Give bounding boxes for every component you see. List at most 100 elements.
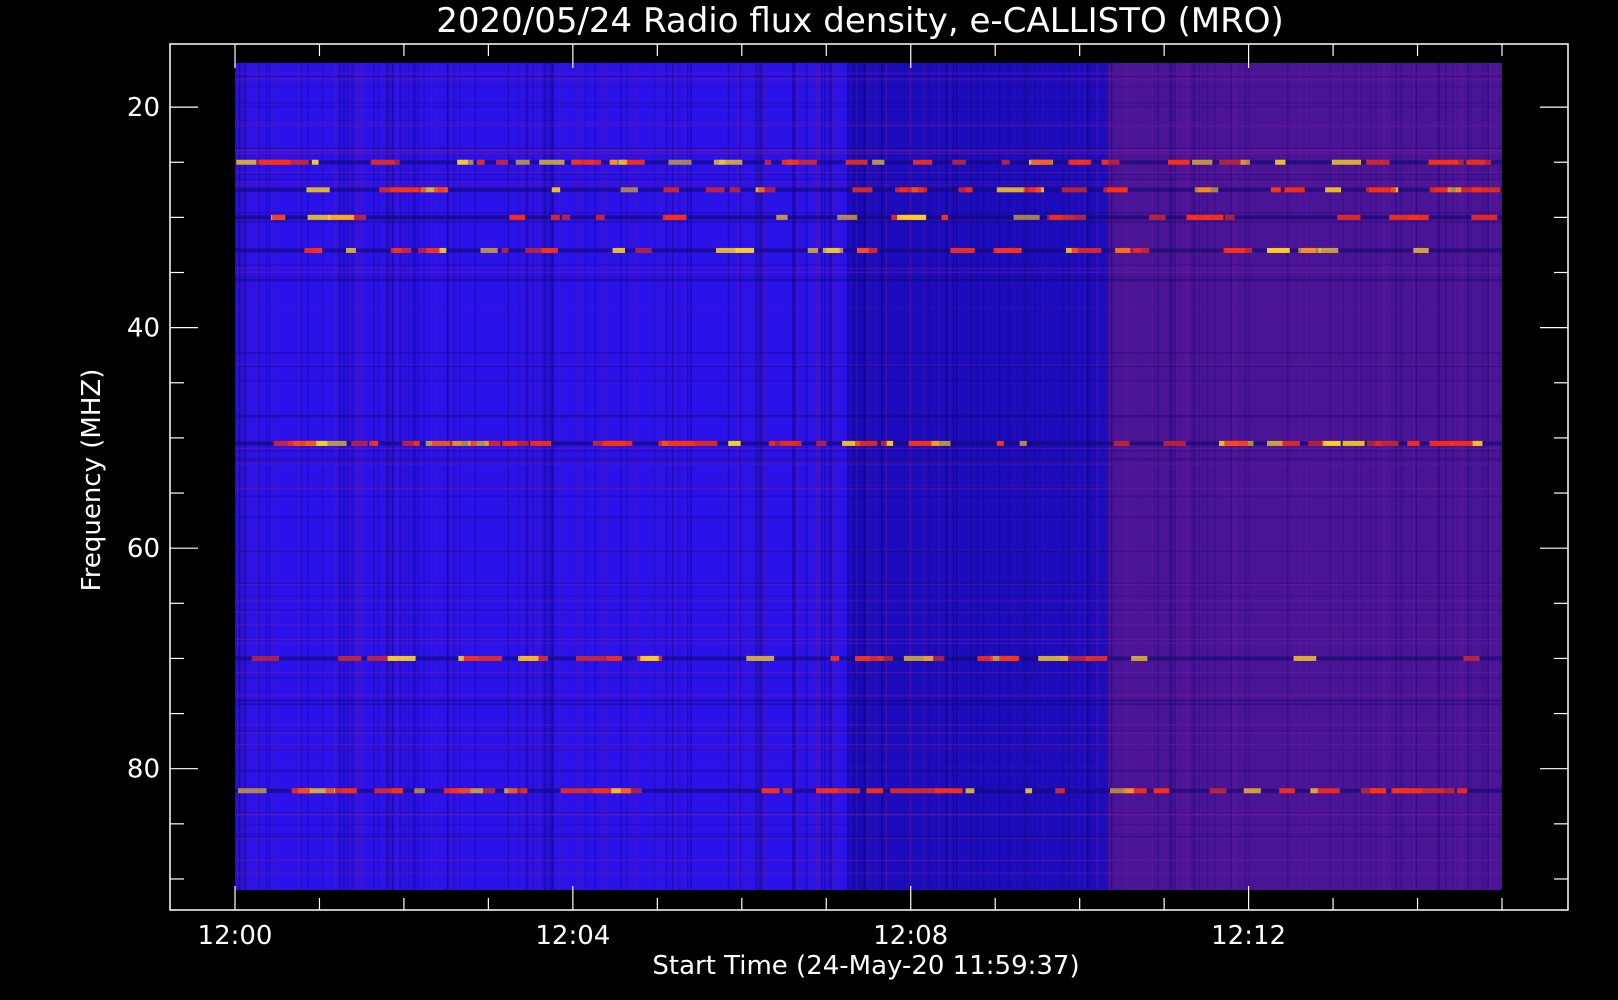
texture-band bbox=[235, 859, 1502, 861]
band-mark bbox=[1275, 159, 1286, 165]
band-mark bbox=[1325, 187, 1341, 193]
band-mark bbox=[662, 214, 687, 220]
band-mark bbox=[605, 655, 622, 661]
texture-band bbox=[235, 770, 1502, 772]
band-mark bbox=[713, 159, 743, 165]
band-mark bbox=[504, 440, 529, 446]
band-mark bbox=[560, 788, 587, 794]
texture-band bbox=[235, 595, 1502, 597]
band-mark bbox=[414, 788, 425, 794]
band-mark bbox=[496, 159, 509, 165]
band-mark bbox=[437, 187, 449, 193]
texture-band bbox=[235, 484, 1502, 486]
band-mark bbox=[994, 247, 1016, 253]
band-mark bbox=[530, 440, 552, 446]
band-mark bbox=[761, 788, 780, 794]
band-mark bbox=[635, 247, 652, 253]
texture-band bbox=[235, 823, 1502, 825]
texture-band bbox=[235, 365, 1502, 368]
band-mark bbox=[854, 655, 871, 661]
spectrogram-chart: 2020/05/24 Radio flux density, e-CALLIST… bbox=[0, 0, 1618, 1000]
band-mark bbox=[1194, 187, 1219, 193]
texture-band bbox=[235, 352, 1502, 354]
texture-band bbox=[235, 611, 1502, 613]
texture-band bbox=[235, 278, 1502, 281]
band-mark bbox=[539, 159, 565, 165]
y-axis-label: Frequency (MHZ) bbox=[77, 369, 107, 592]
band-mark bbox=[807, 247, 819, 253]
band-mark bbox=[335, 788, 357, 794]
band-mark bbox=[1429, 440, 1455, 446]
band-mark bbox=[452, 440, 471, 446]
band-mark bbox=[272, 214, 285, 220]
band-mark bbox=[855, 440, 878, 446]
band-mark bbox=[758, 187, 776, 193]
band-mark bbox=[1110, 788, 1134, 794]
band-mark bbox=[1463, 655, 1480, 661]
band-mark bbox=[658, 440, 682, 446]
band-mark bbox=[1224, 440, 1248, 446]
band-mark bbox=[845, 159, 868, 165]
y-tick-label: 60 bbox=[127, 534, 160, 564]
band-mark bbox=[327, 214, 355, 220]
band-mark bbox=[501, 247, 509, 253]
texture-band bbox=[235, 837, 1502, 839]
plot-area bbox=[235, 63, 1502, 890]
band-mark bbox=[450, 788, 471, 794]
band-mark bbox=[1224, 214, 1235, 220]
band-mark bbox=[1061, 187, 1087, 193]
band-mark bbox=[1389, 214, 1418, 220]
band-mark bbox=[1153, 788, 1170, 794]
texture-band bbox=[235, 106, 1502, 108]
band-mark bbox=[776, 214, 788, 220]
band-mark bbox=[387, 655, 416, 661]
texture-band bbox=[235, 364, 1502, 366]
band-mark bbox=[551, 187, 561, 193]
x-tick-label: 12:00 bbox=[198, 921, 273, 951]
band-mark bbox=[1149, 214, 1166, 220]
band-mark bbox=[518, 655, 539, 661]
band-mark bbox=[1428, 159, 1459, 165]
texture-band bbox=[235, 702, 1502, 704]
band-mark bbox=[1445, 788, 1455, 794]
band-mark bbox=[369, 440, 379, 446]
band-mark bbox=[1270, 187, 1281, 193]
band-mark bbox=[1282, 440, 1300, 446]
band-mark bbox=[338, 655, 362, 661]
texture-band bbox=[235, 221, 1502, 223]
band-mark bbox=[1240, 159, 1250, 165]
band-mark bbox=[816, 440, 827, 446]
band-mark bbox=[640, 655, 659, 661]
band-mark bbox=[886, 440, 894, 446]
texture-band bbox=[235, 458, 1502, 460]
band-mark bbox=[287, 440, 317, 446]
band-mark bbox=[668, 159, 692, 165]
band-mark bbox=[950, 247, 975, 253]
band-mark bbox=[1243, 788, 1261, 794]
band-mark bbox=[735, 247, 755, 253]
texture-band bbox=[235, 463, 1502, 465]
texture-band bbox=[235, 550, 1502, 552]
texture-band bbox=[235, 212, 1502, 214]
band-mark bbox=[458, 655, 465, 661]
x-tick-label: 12:12 bbox=[1211, 921, 1286, 951]
band-mark bbox=[780, 440, 802, 446]
band-mark bbox=[457, 159, 468, 165]
band-mark bbox=[596, 214, 605, 220]
band-mark bbox=[1456, 788, 1468, 794]
band-mark bbox=[1073, 214, 1086, 220]
band-mark bbox=[520, 788, 527, 794]
texture-band bbox=[235, 121, 1502, 124]
band-mark bbox=[996, 187, 1025, 193]
band-mark bbox=[1368, 187, 1396, 193]
band-mark bbox=[1419, 788, 1445, 794]
band-mark bbox=[1013, 214, 1040, 220]
band-mark bbox=[1023, 187, 1036, 193]
band-mark bbox=[1031, 159, 1052, 165]
texture-band bbox=[235, 414, 1502, 417]
texture-band bbox=[235, 450, 1502, 452]
texture-band bbox=[235, 184, 1502, 186]
band-mark bbox=[996, 440, 1004, 446]
band-mark bbox=[480, 247, 498, 253]
band-mark bbox=[663, 187, 679, 193]
